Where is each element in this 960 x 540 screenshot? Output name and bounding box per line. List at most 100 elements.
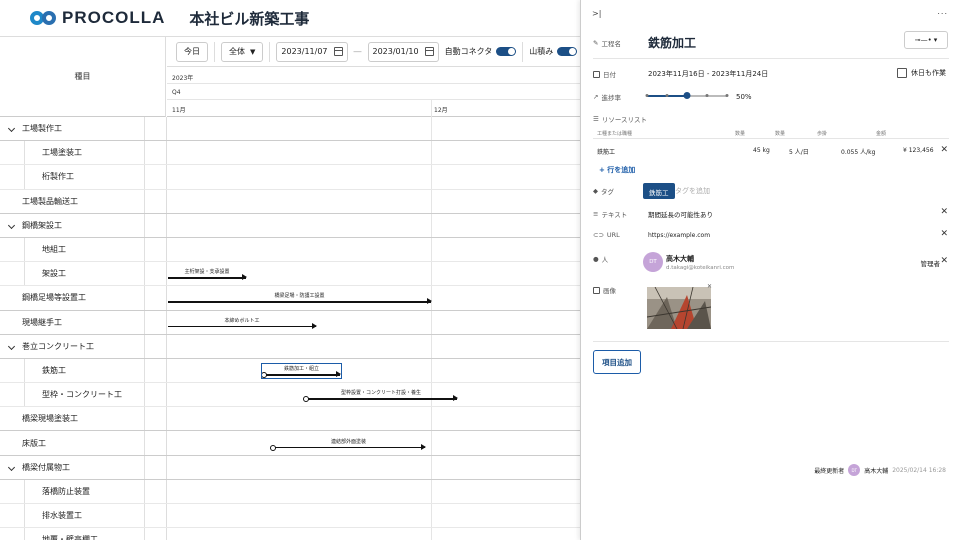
- remove-text-close-icon[interactable]: ✕: [940, 207, 948, 217]
- resource-cell-cost[interactable]: ¥ 123,456: [903, 147, 934, 154]
- image-icon: [593, 286, 600, 294]
- auto-connector-label: 自動コネクタ: [444, 47, 493, 56]
- progress-slider[interactable]: [645, 92, 729, 99]
- indent-guide: [24, 141, 25, 165]
- cell-divider: [166, 358, 167, 383]
- procolla-logo[interactable]: PROCOLLA: [30, 8, 165, 28]
- resource-cell-qty2[interactable]: 5 人/日: [789, 147, 809, 156]
- task-detail-panel: >| ... ✎ 工程名 鉄筋加工 ⊸—• ▾ 日付 2023年11月16日 - …: [580, 0, 960, 540]
- person-role[interactable]: 管理者: [921, 258, 941, 268]
- resource-list-row: ☰ リソースリスト: [593, 114, 647, 124]
- gantt-rows: 工場製作工 工場塗装工 桁製作工 工場製品輸送工 鋼橋架設工 地組工 架設工 鋼橋足場等設置工…: [0, 117, 580, 540]
- date-value[interactable]: 2023年11月16日 - 2023年11月24日: [648, 69, 768, 79]
- toolbar-divider: [214, 41, 215, 62]
- remove-resource-close-icon[interactable]: ✕: [940, 145, 948, 155]
- last-updated-time: 2025/02/14 16:28: [892, 466, 946, 474]
- column-header: 種目: [0, 37, 166, 117]
- resource-cell-rate[interactable]: 0.055 人/kg: [841, 147, 875, 156]
- text-value[interactable]: 期間延長の可能性あり: [648, 209, 713, 219]
- row-label: 巻立コンクリート工: [22, 341, 94, 351]
- today-button[interactable]: 今日: [176, 41, 208, 62]
- chevron-down-icon[interactable]: [7, 124, 16, 133]
- resource-cell-type[interactable]: 鉄筋工: [597, 147, 615, 156]
- progress-label-text: 進捗率: [601, 94, 621, 102]
- task-name-value[interactable]: 鉄筋加工: [648, 34, 696, 51]
- gantt-row[interactable]: 橋梁現場塗装工: [0, 407, 580, 432]
- auto-connector-toggle-group: 自動コネクタ: [445, 46, 517, 57]
- gantt-row[interactable]: 巻立コンクリート工: [0, 334, 580, 359]
- url-label-text: URL: [606, 231, 620, 239]
- date-range-dash: ―: [353, 47, 362, 56]
- cell-divider: [166, 528, 167, 540]
- gantt-row[interactable]: 地組工: [0, 237, 580, 263]
- chevron-down-icon[interactable]: [7, 463, 16, 471]
- resource-cell-qty[interactable]: 45 kg: [753, 147, 770, 154]
- stacking-toggle[interactable]: [557, 47, 578, 56]
- gantt-row[interactable]: 橋梁付属物工: [0, 455, 580, 480]
- chevron-down-icon: ▼: [250, 47, 256, 56]
- logo-text: PROCOLLA: [62, 8, 166, 27]
- add-tag-input[interactable]: タグを追加: [675, 186, 710, 196]
- cell-divider: [144, 383, 145, 407]
- cell-divider: [144, 334, 145, 358]
- gantt-row[interactable]: 排水装置工: [0, 504, 580, 529]
- end-date-field[interactable]: 2023/01/10: [367, 41, 439, 62]
- task-bar[interactable]: [168, 323, 317, 328]
- gantt-row[interactable]: 工場製品輸送工: [0, 189, 580, 214]
- gantt-row[interactable]: 床版工: [0, 431, 580, 456]
- tag-chip[interactable]: 鉄筋工: [643, 183, 675, 199]
- auto-connector-toggle[interactable]: [496, 47, 517, 56]
- date-row: 日付 2023年11月16日 - 2023年11月24日: [593, 69, 768, 79]
- text-label: ≡ テキスト: [593, 209, 648, 219]
- image-label: 画像: [593, 285, 648, 295]
- divider: [593, 138, 949, 139]
- holiday-work-checkbox[interactable]: 休日も作業: [897, 68, 946, 78]
- remove-image-close-icon[interactable]: ✕: [707, 283, 712, 290]
- cell-divider: [144, 358, 145, 383]
- calendar-icon[interactable]: [333, 47, 343, 56]
- task-bar-label: 連結部外面塗装: [330, 438, 367, 445]
- scope-select[interactable]: 全体 ▼: [221, 41, 264, 62]
- timeline-year: 2023年: [167, 68, 580, 84]
- gantt-row[interactable]: 落橋防止装置: [0, 479, 580, 504]
- add-row-button[interactable]: + 行を追加: [599, 165, 635, 175]
- chevron-down-icon[interactable]: [7, 342, 16, 350]
- collapse-panel-icon[interactable]: >|: [592, 9, 601, 18]
- remove-person-close-icon[interactable]: ✕: [940, 256, 948, 266]
- selected-task-outline: [261, 363, 342, 379]
- progress-slider-knob[interactable]: [683, 92, 691, 99]
- resource-header-qty: 数量: [735, 131, 746, 137]
- gantt-row[interactable]: 型枠・コンクリート工: [0, 383, 580, 408]
- avatar[interactable]: DT: [643, 252, 663, 272]
- url-value[interactable]: https://example.com: [648, 232, 710, 239]
- divider: [593, 341, 949, 342]
- gantt-row[interactable]: 現場継手工: [0, 310, 580, 335]
- task-bar[interactable]: [168, 274, 247, 280]
- timeline-month-dec: 12月: [434, 107, 448, 114]
- remove-url-close-icon[interactable]: ✕: [940, 229, 948, 239]
- task-bar[interactable]: [303, 395, 458, 402]
- person-email: d.takagi@koteikanri.com: [666, 265, 735, 271]
- gantt-row[interactable]: 鋼橋架設工: [0, 213, 580, 238]
- chevron-down-icon[interactable]: [7, 221, 16, 229]
- task-bar[interactable]: [168, 299, 432, 304]
- gantt-row[interactable]: 工場製作工: [0, 117, 580, 142]
- gantt-row[interactable]: 工場塗装工: [0, 141, 580, 166]
- connector-type-select[interactable]: ⊸—• ▾: [904, 31, 948, 49]
- start-date-field[interactable]: 2023/11/07: [276, 41, 348, 62]
- connector-line-icon: ⊸—•: [914, 36, 932, 44]
- toolbar-divider: [269, 41, 271, 62]
- gantt-row[interactable]: 架設工: [0, 262, 580, 287]
- calendar-icon[interactable]: [424, 47, 434, 56]
- gantt-row[interactable]: 桁製作工: [0, 165, 580, 190]
- task-bar[interactable]: [270, 444, 426, 450]
- add-item-button[interactable]: 項目追加: [593, 350, 641, 374]
- more-options-icon[interactable]: ...: [937, 7, 948, 16]
- gantt-row[interactable]: 地覆・壁高欄工: [0, 528, 580, 540]
- cell-divider: [144, 310, 145, 334]
- indent-guide: [24, 528, 25, 540]
- construction-photo-thumbnail[interactable]: [647, 287, 711, 329]
- row-label: 桁製作工: [42, 172, 74, 182]
- image-label-text: 画像: [603, 287, 616, 295]
- tag-label: ◆ タグ: [593, 186, 648, 196]
